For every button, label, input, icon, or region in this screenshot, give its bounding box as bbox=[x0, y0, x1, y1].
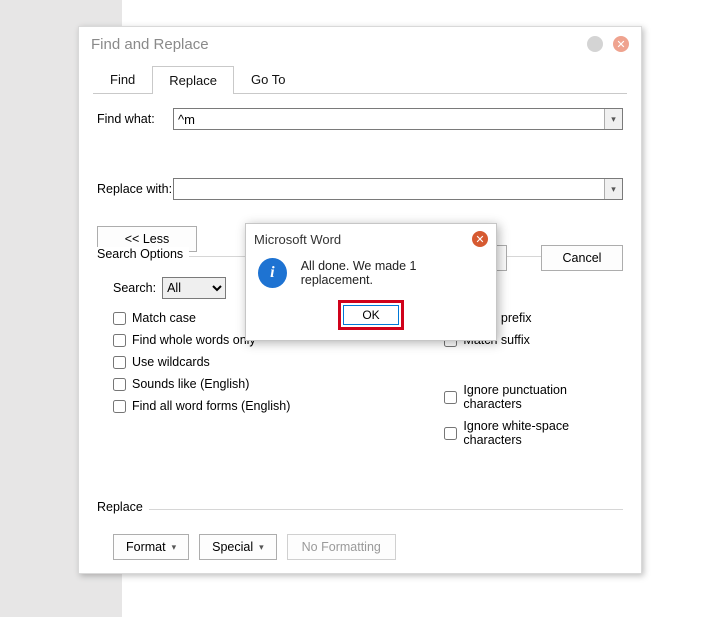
message-box-title: Microsoft Word bbox=[254, 232, 472, 247]
replace-with-input[interactable] bbox=[173, 178, 623, 200]
caret-down-icon: ▾ bbox=[172, 542, 177, 553]
use-wildcards-label: Use wildcards bbox=[132, 355, 210, 369]
match-case-checkbox[interactable] bbox=[113, 312, 126, 325]
caret-down-icon: ▾ bbox=[259, 542, 264, 553]
replace-with-dropdown-icon[interactable]: ▾ bbox=[604, 179, 622, 199]
sounds-like-label: Sounds like (English) bbox=[132, 377, 249, 391]
word-forms-label: Find all word forms (English) bbox=[132, 399, 290, 413]
format-button[interactable]: Format▾ bbox=[113, 534, 189, 560]
ignore-whitespace-label: Ignore white-space characters bbox=[463, 419, 623, 447]
ignore-punctuation-label: Ignore punctuation characters bbox=[463, 383, 623, 411]
tab-find[interactable]: Find bbox=[93, 65, 152, 93]
ok-button[interactable]: OK bbox=[343, 305, 399, 325]
close-icon[interactable]: ✕ bbox=[613, 36, 629, 52]
search-direction-label: Search: bbox=[113, 281, 156, 295]
search-direction-select[interactable]: All bbox=[162, 277, 226, 299]
tab-replace[interactable]: Replace bbox=[152, 66, 234, 94]
sounds-like-checkbox[interactable] bbox=[113, 378, 126, 391]
find-what-dropdown-icon[interactable]: ▾ bbox=[604, 109, 622, 129]
info-icon: i bbox=[258, 258, 287, 288]
word-forms-checkbox[interactable] bbox=[113, 400, 126, 413]
message-box: Microsoft Word ✕ i All done. We made 1 r… bbox=[245, 223, 497, 341]
replace-with-label: Replace with: bbox=[97, 182, 173, 196]
find-what-input[interactable] bbox=[173, 108, 623, 130]
dialog-header: Find and Replace ✕ bbox=[79, 27, 641, 61]
find-what-label: Find what: bbox=[97, 112, 173, 126]
message-box-header: Microsoft Word ✕ bbox=[246, 224, 496, 254]
ok-button-highlight: OK bbox=[338, 300, 404, 330]
dialog-title: Find and Replace bbox=[91, 36, 577, 53]
match-case-label: Match case bbox=[132, 311, 196, 325]
message-box-text: All done. We made 1 replacement. bbox=[301, 259, 484, 287]
tab-replace-label: Replace bbox=[169, 73, 217, 88]
replace-section: Replace Format▾ Special▾ No Formatting bbox=[97, 509, 623, 560]
help-icon[interactable] bbox=[587, 36, 603, 52]
cancel-button[interactable]: Cancel bbox=[541, 245, 623, 271]
find-what-row: Find what: ▾ bbox=[97, 108, 623, 130]
replace-with-row: Replace with: ▾ bbox=[97, 178, 623, 200]
tab-bar: Find Replace Go To bbox=[93, 65, 627, 94]
tab-goto[interactable]: Go To bbox=[234, 65, 302, 93]
ignore-punctuation-checkbox[interactable] bbox=[444, 391, 457, 404]
special-button[interactable]: Special▾ bbox=[199, 534, 277, 560]
use-wildcards-checkbox[interactable] bbox=[113, 356, 126, 369]
tab-goto-label: Go To bbox=[251, 72, 285, 87]
tab-find-label: Find bbox=[110, 72, 135, 87]
close-icon[interactable]: ✕ bbox=[472, 231, 488, 247]
find-whole-words-checkbox[interactable] bbox=[113, 334, 126, 347]
find-whole-words-label: Find whole words only bbox=[132, 333, 256, 347]
no-formatting-button: No Formatting bbox=[287, 534, 396, 560]
ignore-whitespace-checkbox[interactable] bbox=[444, 427, 457, 440]
replace-section-label: Replace bbox=[97, 509, 623, 524]
